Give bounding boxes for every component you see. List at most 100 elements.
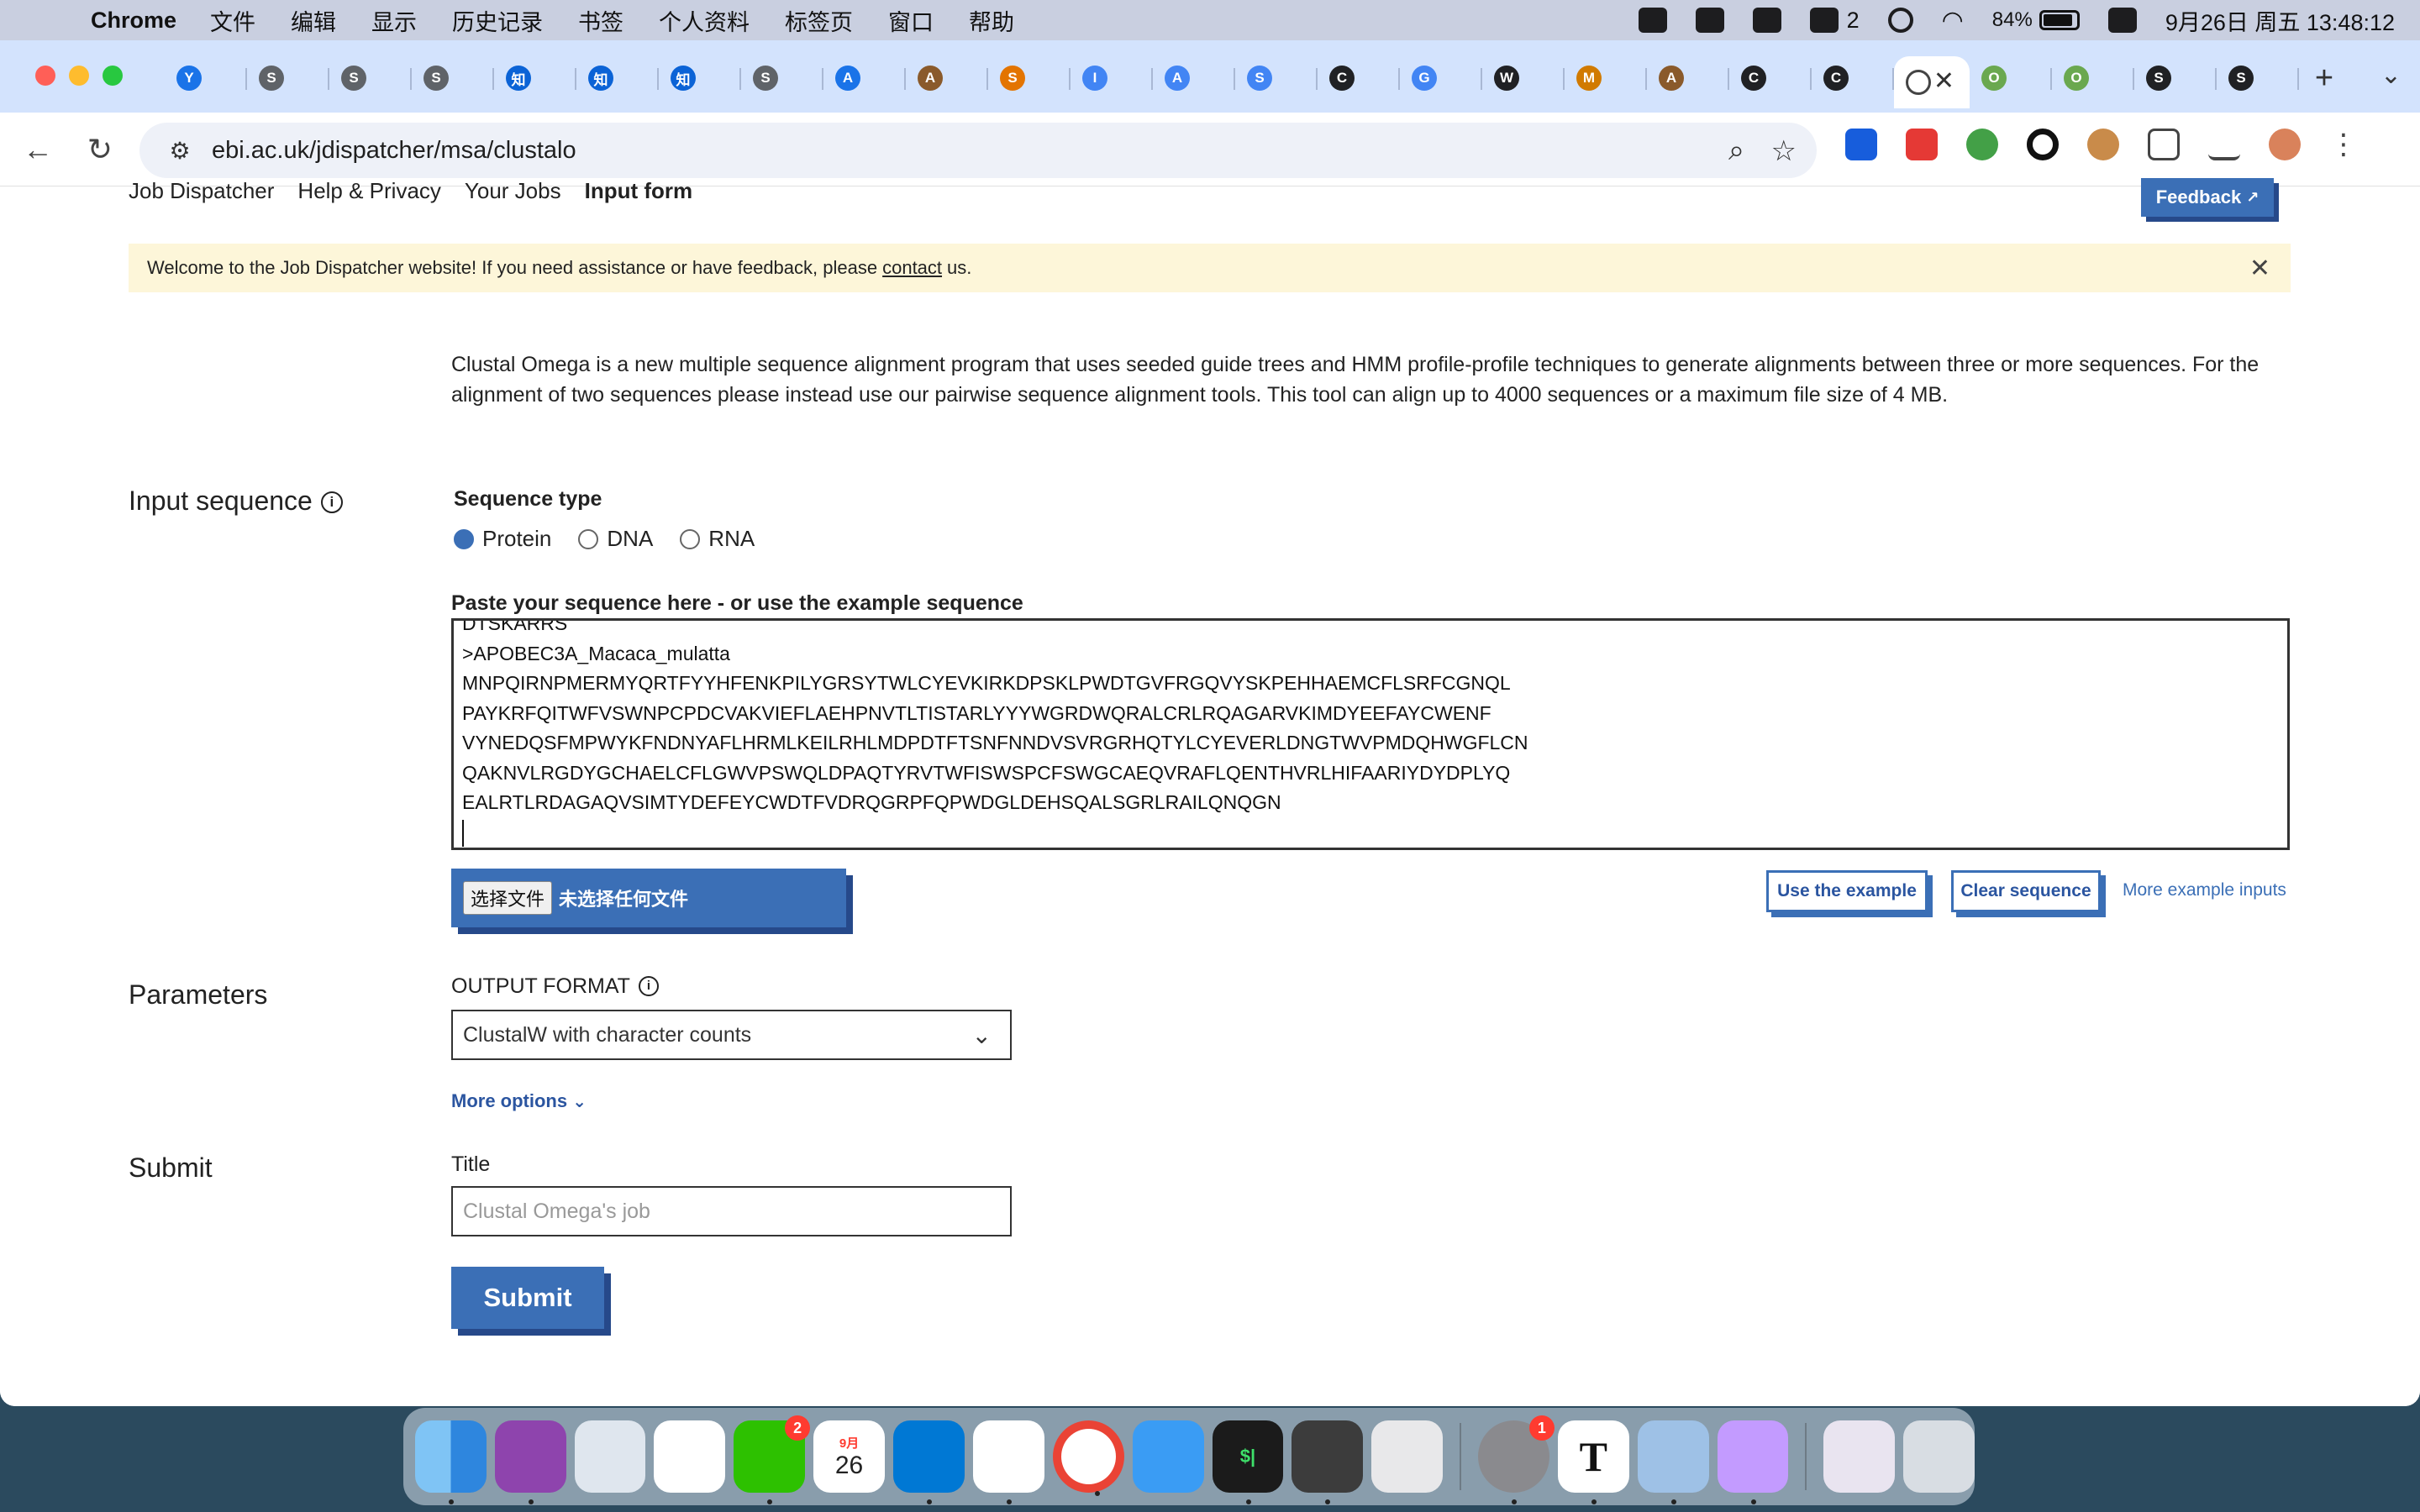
radio-dna[interactable]: DNA bbox=[578, 526, 653, 552]
more-example-inputs-link[interactable]: More example inputs bbox=[2123, 880, 2286, 900]
menu-view[interactable]: 显示 bbox=[371, 4, 417, 37]
radio-protein-dot[interactable] bbox=[454, 528, 474, 549]
contact-link[interactable]: contact bbox=[882, 257, 942, 279]
browser-tab[interactable]: S bbox=[741, 56, 823, 100]
terminal-icon[interactable]: $| bbox=[1212, 1420, 1284, 1504]
browser-tab[interactable]: A bbox=[906, 56, 988, 100]
chrome-menu-icon[interactable]: ⋮ bbox=[2329, 128, 2358, 161]
menubar-app-name[interactable]: Chrome bbox=[91, 8, 176, 34]
browser-tab[interactable]: C bbox=[1318, 56, 1400, 100]
close-tab-icon[interactable]: ✕ bbox=[1933, 66, 1954, 96]
circle-extension-icon[interactable] bbox=[2027, 129, 2059, 160]
launchpad-icon[interactable] bbox=[574, 1420, 646, 1493]
browser-tab[interactable]: Y bbox=[165, 56, 247, 100]
nav-input-form[interactable]: Input form bbox=[585, 178, 693, 204]
browser-tab[interactable]: S bbox=[412, 56, 494, 100]
zoom-icon[interactable]: ⌕ bbox=[1728, 134, 1744, 167]
choose-file-button[interactable]: 选择文件 bbox=[463, 881, 553, 915]
moon-icon[interactable] bbox=[1887, 8, 1913, 33]
browser-tab[interactable]: S bbox=[2134, 56, 2217, 100]
system-settings-icon[interactable]: 1 bbox=[1478, 1415, 1555, 1504]
browser-tab[interactable]: 知 bbox=[659, 56, 741, 100]
address-url[interactable]: ebi.ac.uk/jdispatcher/msa/clustalo bbox=[212, 137, 576, 165]
sequence-textarea[interactable]: DTSKARRS >APOBEC3A_Macaca_mulatta MNPQIR… bbox=[451, 618, 2290, 850]
preview-icon[interactable] bbox=[1637, 1420, 1709, 1504]
purple-app-icon[interactable] bbox=[494, 1420, 566, 1504]
menu-tab[interactable]: 标签页 bbox=[785, 4, 853, 37]
vscode-icon[interactable] bbox=[892, 1420, 965, 1504]
browser-tab[interactable]: A bbox=[1647, 56, 1729, 100]
menu-edit[interactable]: 编辑 bbox=[291, 4, 336, 37]
typora-icon[interactable]: T bbox=[1557, 1420, 1629, 1504]
new-tab-button[interactable]: + bbox=[2299, 60, 2349, 97]
browser-tab[interactable]: 知 bbox=[494, 56, 576, 100]
browser-tab[interactable]: C bbox=[1812, 56, 1894, 100]
cookie-extension-icon[interactable] bbox=[2087, 129, 2119, 160]
nav-your-jobs[interactable]: Your Jobs bbox=[465, 178, 561, 204]
minimize-window-button[interactable] bbox=[69, 66, 89, 86]
bookmark-star-icon[interactable]: ☆ bbox=[1771, 134, 1797, 168]
site-info-icon[interactable]: ⚙ bbox=[155, 137, 205, 165]
menu-history[interactable]: 历史记录 bbox=[452, 4, 543, 37]
iphone-mirroring-icon[interactable] bbox=[1371, 1420, 1444, 1493]
browser-tab[interactable]: 知 bbox=[576, 56, 659, 100]
menu-window[interactable]: 窗口 bbox=[888, 4, 934, 37]
mail-icon[interactable] bbox=[1132, 1420, 1204, 1493]
calendar-icon[interactable]: 9月 26 bbox=[813, 1420, 885, 1493]
nav-job-dispatcher[interactable]: Job Dispatcher bbox=[129, 178, 274, 204]
input-method-icon[interactable] bbox=[1752, 8, 1781, 33]
photos-icon[interactable] bbox=[654, 1420, 726, 1493]
wifi-icon[interactable]: ◠ bbox=[1942, 6, 1964, 35]
close-banner-icon[interactable]: ✕ bbox=[2249, 254, 2270, 283]
output-format-select[interactable]: ClustalW with character counts ⌄ bbox=[451, 1010, 1012, 1060]
zoom-window-button[interactable] bbox=[103, 66, 123, 86]
bitwarden-icon[interactable] bbox=[1845, 129, 1877, 160]
clear-sequence-button[interactable]: Clear sequence bbox=[1951, 870, 2101, 912]
red-extension-icon[interactable] bbox=[1906, 129, 1938, 160]
radio-rna[interactable]: RNA bbox=[680, 526, 755, 552]
trash-icon[interactable] bbox=[1903, 1420, 1975, 1493]
browser-tab[interactable]: G bbox=[1400, 56, 1482, 100]
browser-tab[interactable]: S bbox=[247, 56, 329, 100]
downloads-stack-icon[interactable] bbox=[1823, 1420, 1896, 1493]
puzzle-extensions-icon[interactable] bbox=[2148, 129, 2180, 160]
menubar-clock[interactable]: 9月26日 周五 13:48:12 bbox=[2165, 4, 2395, 37]
cat-dock-icon[interactable] bbox=[1717, 1420, 1789, 1504]
radio-rna-dot[interactable] bbox=[680, 528, 701, 549]
submit-button[interactable]: Submit bbox=[451, 1267, 604, 1329]
menu-bookmarks[interactable]: 书签 bbox=[578, 4, 623, 37]
browser-tab[interactable]: S bbox=[1235, 56, 1318, 100]
profile-avatar[interactable] bbox=[2269, 129, 2301, 160]
reload-icon[interactable]: ↻ bbox=[69, 132, 131, 167]
radio-dna-dot[interactable] bbox=[578, 528, 599, 549]
radio-protein[interactable]: Protein bbox=[454, 526, 551, 552]
browser-tab[interactable]: M bbox=[1565, 56, 1647, 100]
browser-tab[interactable]: S bbox=[988, 56, 1071, 100]
job-title-input[interactable] bbox=[451, 1186, 1012, 1236]
browser-tab[interactable]: I bbox=[1071, 56, 1153, 100]
control-center-icon[interactable] bbox=[2107, 8, 2137, 33]
finder-icon[interactable] bbox=[415, 1420, 487, 1504]
close-window-button[interactable] bbox=[35, 66, 55, 86]
menu-profiles[interactable]: 个人资料 bbox=[659, 4, 750, 37]
menu-file[interactable]: 文件 bbox=[210, 4, 255, 37]
battery-status[interactable]: 84% bbox=[1992, 8, 2080, 32]
wechat-status[interactable]: 2 bbox=[1809, 8, 1860, 34]
browser-tab[interactable]: C bbox=[1729, 56, 1812, 100]
cat-app-icon[interactable] bbox=[1638, 8, 1667, 33]
download-icon[interactable] bbox=[2208, 129, 2240, 160]
qq-icon[interactable] bbox=[972, 1420, 1044, 1504]
grid-app-icon[interactable] bbox=[1695, 8, 1724, 33]
browser-tab[interactable]: O bbox=[1970, 56, 2052, 100]
browser-tab[interactable]: A bbox=[1153, 56, 1235, 100]
browser-tab[interactable]: O bbox=[2052, 56, 2134, 100]
info-icon[interactable]: i bbox=[320, 491, 343, 513]
more-options-toggle[interactable]: More options ⌄ bbox=[451, 1090, 587, 1112]
chrome-dock-icon[interactable] bbox=[1052, 1420, 1124, 1496]
plus-extension-icon[interactable] bbox=[1966, 129, 1998, 160]
sublime-text-icon[interactable] bbox=[1292, 1420, 1364, 1504]
file-upload-input[interactable]: 选择文件 未选择任何文件 bbox=[451, 869, 846, 927]
address-bar[interactable]: ⚙ ebi.ac.uk/jdispatcher/msa/clustalo ⌕ ☆ bbox=[139, 123, 1817, 178]
browser-tab[interactable]: A bbox=[823, 56, 906, 100]
use-example-button[interactable]: Use the example bbox=[1766, 870, 1928, 912]
